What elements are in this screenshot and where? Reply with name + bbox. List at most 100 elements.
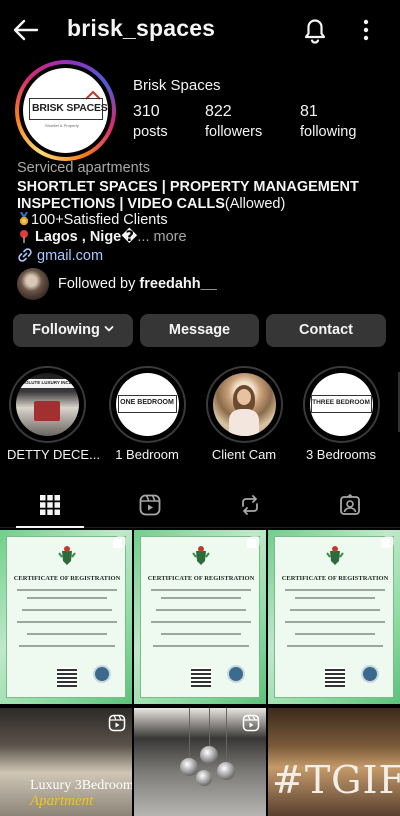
contact-button[interactable]: Contact [266,314,386,347]
post-overlay-text-accent: Apartment [30,793,94,809]
certificate-title: CERTIFICATE OF REGISTRATION [13,575,121,582]
pendant-lamp [200,746,218,764]
profile-category: Serviced apartments [17,160,150,176]
top-bar: brisk_spaces [0,0,400,60]
grid-post-reel[interactable] [134,708,266,816]
multi-image-icon [247,536,260,548]
highlight-thumb: ABSOLUTE LUXURY INCLUDES [15,373,79,436]
pendant-lamp [196,770,212,786]
highlight-label: Client Cam [211,447,277,462]
highlight-thumb-text: ABSOLUTE LUXURY INCLUDES [15,380,79,385]
grid-post-reel[interactable]: Luxury 3Bedroom Apartment [0,708,132,816]
back-arrow-icon[interactable] [10,14,42,46]
qr-code [57,667,77,687]
profile-avatar: BRISK SPACES Shortlet & Property [23,68,108,153]
pushpin-icon [20,230,28,243]
official-seal [93,665,111,683]
followers-label: followers [205,124,263,140]
coat-of-arms-icon [192,546,210,565]
coat-of-arms-icon [326,546,344,565]
grid-icon [40,495,60,515]
followed-by-name: freedahh__ [139,276,217,292]
message-button[interactable]: Message [140,314,259,347]
followed-by-text: Followed by freedahh__ [58,276,217,292]
followers-stat[interactable]: 822 followers [205,103,262,140]
profile-handle: brisk_spaces [67,15,216,41]
following-label: following [300,124,357,140]
bio-line-2-normal: (Allowed) [224,196,286,212]
avatar-logo-text: BRISK SPACES [32,102,108,114]
highlight-thumb [212,373,276,436]
reels-icon [139,494,161,516]
highlight-1-bedroom[interactable]: ONE BEDROOM 1 Bedroom [107,366,187,462]
official-seal [227,665,245,683]
bio-location: Lagos , Nige� [35,229,138,245]
following-button[interactable]: Following [13,314,133,347]
medal-icon [19,212,29,226]
profile-avatar-ring[interactable]: BRISK SPACES Shortlet & Property [15,60,116,161]
tab-reposts[interactable] [200,486,300,528]
post-overlay-text: #TGIF [272,758,400,802]
active-tab-indicator [16,526,84,528]
highlight-3-bedrooms[interactable]: THREE BEDROOM 3 Bedrooms [301,366,381,462]
highlight-label: DETTY DECE... [7,447,100,462]
grid-post[interactable]: #TGIF [268,708,400,816]
reels-icon [108,714,126,732]
following-count: 81 [300,103,318,120]
certificate-image: CERTIFICATE OF REGISTRATION [0,530,132,704]
highlight-client-cam[interactable]: Client Cam [204,366,284,462]
grid-post[interactable]: CERTIFICATE OF REGISTRATION [0,530,132,704]
more-options-icon[interactable] [356,14,376,46]
official-seal [361,665,379,683]
qr-code [191,667,211,687]
bio-line-3-text: 100+Satisfied Clients [31,212,168,228]
reposts-icon [242,495,258,515]
bio-line-4: Lagos , Nige�... more [17,229,187,245]
certificate-title: CERTIFICATE OF REGISTRATION [281,575,389,582]
qr-code [325,667,345,687]
posts-stat[interactable]: 310 posts [133,103,168,140]
following-stat[interactable]: 81 following [300,103,356,140]
pendant-lamp [180,758,198,776]
highlight-thumb: ONE BEDROOM [115,373,179,436]
notification-bell-icon[interactable] [300,14,330,46]
certificate-title: CERTIFICATE OF REGISTRATION [147,575,255,582]
multi-image-icon [113,536,126,548]
highlight-label: 1 Bedroom [115,447,179,462]
posts-count: 310 [133,103,160,120]
reels-icon [242,714,260,732]
bio-line-3: 100+Satisfied Clients [17,212,168,228]
followers-count: 822 [205,103,232,120]
highlight-thumb-text: ONE BEDROOM [120,399,174,406]
tab-reels[interactable] [100,486,200,528]
tab-tagged[interactable] [300,486,400,528]
coat-of-arms-icon [58,546,76,565]
posts-label: posts [133,124,168,140]
contact-button-label: Contact [299,322,353,338]
avatar-logo-box: BRISK SPACES [29,98,108,120]
highlight-thumb: THREE BEDROOM [309,373,373,436]
chevron-down-icon [104,326,114,332]
profile-display-name: Brisk Spaces [133,77,221,94]
multi-image-icon [381,536,394,548]
mutual-follower-avatar [17,268,49,300]
grid-post[interactable]: CERTIFICATE OF REGISTRATION [268,530,400,704]
message-button-label: Message [168,322,231,338]
highlight-detty-december[interactable]: ABSOLUTE LUXURY INCLUDES DETTY DECE... [7,366,100,462]
bio-link-text[interactable]: gmail.com [37,248,103,264]
highlight-thumb-text: THREE BEDROOM [312,399,370,406]
tagged-icon [340,493,360,515]
certificate-image: CERTIFICATE OF REGISTRATION [268,530,400,704]
bio-line-2-bold: INSPECTIONS | VIDEO CALLS [17,196,225,212]
followed-by-prefix: Followed by [58,276,140,292]
bio-link[interactable]: gmail.com [17,247,103,264]
profile-tabs [0,486,400,528]
grid-post[interactable]: CERTIFICATE OF REGISTRATION [134,530,266,704]
bio-more-link[interactable]: ... more [137,229,186,245]
certificate-image: CERTIFICATE OF REGISTRATION [134,530,266,704]
bio-line-2: INSPECTIONS | VIDEO CALLS(Allowed) [17,196,285,212]
highlight-label: 3 Bedrooms [305,447,377,462]
tab-posts-grid[interactable] [0,486,100,528]
link-icon [18,248,32,262]
avatar-logo-subtext: Shortlet & Property [45,123,79,128]
